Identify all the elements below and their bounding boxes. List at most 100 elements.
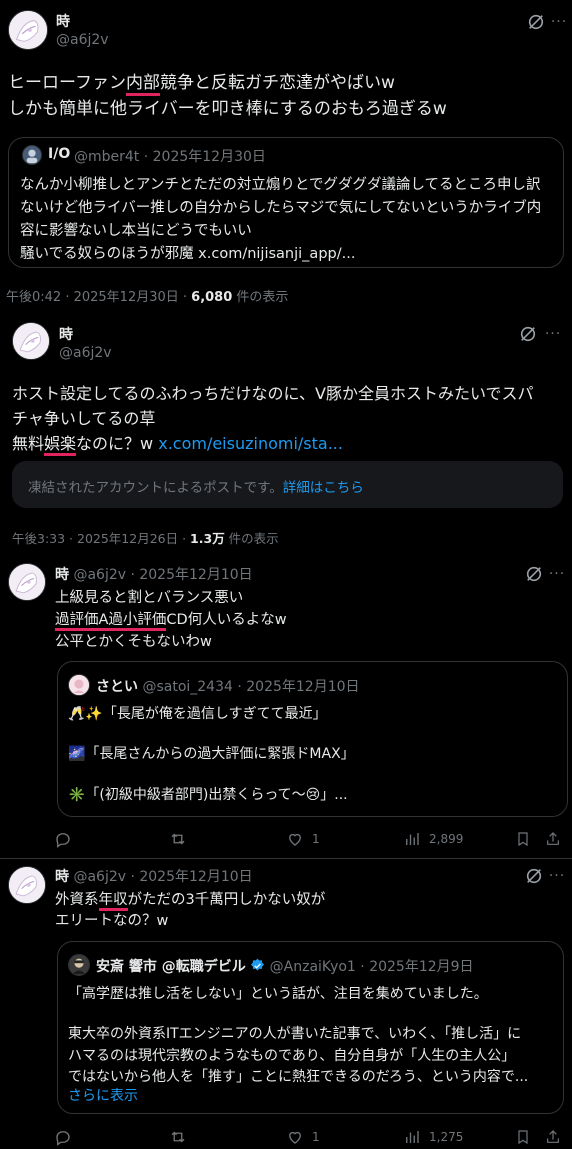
repost-icon [171, 1131, 185, 1143]
verified-badge-icon [251, 958, 265, 971]
like-button[interactable]: 1 [286, 1128, 320, 1146]
avatar[interactable] [12, 322, 50, 360]
post-author-name[interactable]: 時 [55, 869, 69, 885]
post-text-line: しかも簡単に他ライバーを叩き棒にするのおもろ過ぎるw [8, 99, 447, 119]
analytics-icon [406, 833, 419, 845]
post-text-line: ホスト設定してるのふわっちだけなのに、V豚か全員ホストみたいでスパ [12, 384, 534, 403]
post-link[interactable]: x.com/eisuzinomi/sta... [158, 434, 343, 453]
quote-text-line: ハマるのは現代宗教のようなものであり、自分自身が「人生の主人公」 [68, 1048, 516, 1064]
repost-button[interactable] [169, 1128, 195, 1146]
quote-text-line: 🥂✨「長尾が俺を過信しすぎてて最近」 [68, 706, 327, 722]
quote-avatar[interactable] [22, 145, 42, 165]
post-text-line: チャ争いしてるの草 [12, 409, 156, 428]
underlined-text: 内部 [125, 73, 160, 96]
more-options-icon[interactable]: ··· [544, 324, 562, 344]
quote-author-handle[interactable]: @satoi_2434 · 2025年12月10日 [142, 679, 359, 695]
post-author-handle[interactable]: @a6j2v · 2025年12月10日 [73, 869, 252, 885]
post-text-segment: 競争と反転ガチ恋達がやばいw [159, 73, 395, 93]
views-button[interactable]: 2,899 [403, 830, 463, 848]
quote-text-line: 騒いでる奴らのほうが邪魔 x.com/nijisanji_app/... [20, 246, 356, 262]
quote-author-name[interactable]: 安斎 響市 @転職デビル [96, 959, 246, 975]
more-options-icon[interactable]: ··· [548, 866, 566, 886]
grok-icon[interactable] [526, 12, 546, 32]
repost-icon [171, 833, 185, 845]
more-options-icon[interactable]: ··· [548, 564, 566, 584]
post-header: 時 @a6j2v · 2025年12月10日 [55, 866, 253, 886]
post-text-segment: 無料 [12, 434, 45, 453]
post-text-line: 過評価A過小評価CD何人いるよなw [55, 608, 287, 631]
quote-avatar[interactable] [68, 954, 90, 976]
post-meta: 午後0:42 · 2025年12月30日 · 6,080 件の表示 [6, 286, 288, 305]
post-author-handle[interactable]: @a6j2v [56, 32, 109, 48]
post-timestamp[interactable]: 午後0:42 · 2025年12月30日 · [6, 290, 191, 305]
quote-text-line: 東大卒の外資系ITエンジニアの人が書いた記事で、いわく、「推し活」に [68, 1026, 522, 1042]
post-text-segment: 外資系 [55, 892, 99, 908]
quote-text-line: なんか小柳推しとアンチとただの対立煽りとでグダグダ議論してるところ申し訳 [20, 177, 541, 193]
share-icon[interactable] [544, 830, 562, 848]
quote-author-name[interactable]: さとい [96, 679, 138, 695]
heart-icon [289, 833, 301, 846]
grok-icon[interactable] [518, 324, 538, 344]
frozen-notice-message: 凍結されたアカウントによるポストです。 [28, 480, 283, 496]
bookmark-icon[interactable] [514, 830, 532, 848]
quote-avatar[interactable] [68, 674, 90, 696]
quote-author-handle[interactable]: @AnzaiKyo1 · 2025年12月9日 [270, 959, 474, 975]
avatar-illustration-icon [9, 564, 45, 600]
view-count-label: 件の表示 [232, 290, 289, 305]
more-options-icon[interactable]: ··· [550, 12, 568, 32]
analytics-icon [406, 1131, 419, 1143]
view-count: 1,275 [429, 1130, 464, 1144]
post-text-line: 外資系年収がただの3千萬円しかない奴が [55, 888, 326, 911]
post-author-name[interactable]: 時 [56, 11, 70, 31]
grok-icon[interactable] [524, 866, 544, 886]
post-text-line: 公平とかくそもないわw [55, 634, 212, 650]
quote-text-line: 容に影響ないし本当にどうでもいい [20, 223, 252, 239]
post-author-handle[interactable]: @a6j2v · 2025年12月10日 [73, 567, 252, 583]
post-text-line: エリートなの？w [55, 913, 169, 929]
reply-button[interactable] [54, 830, 80, 848]
avatar-illustration-icon [13, 323, 49, 359]
view-count-label: 件の表示 [224, 531, 279, 546]
post-divider [0, 858, 572, 859]
quote-text-line: 🌌「長尾さんからの過大評価に緊張ドMAX」 [68, 746, 355, 762]
quote-text-line: 「高学歴は推し活をしない」という話が、注目を集めていました。 [68, 986, 488, 1002]
share-icon[interactable] [544, 1128, 562, 1146]
reply-button[interactable] [54, 1128, 80, 1146]
avatar-illustration-icon [9, 867, 45, 903]
quote-handle[interactable]: @mber4t [74, 149, 139, 165]
quote-date[interactable]: · 2025年12月30日 [144, 149, 266, 165]
post-author-handle[interactable]: @a6j2v [59, 345, 112, 361]
view-count: 6,080 [191, 290, 233, 305]
quote-text-line: ✳️「(初級中級者部門)出禁くらって〜😢」... [68, 787, 348, 803]
underlined-text: 過評価A過小評価 [55, 612, 167, 631]
post-author-name[interactable]: 時 [59, 324, 73, 344]
bookmark-icon[interactable] [514, 1128, 532, 1146]
quote-text-line: ないけど他ライバー推しの自分からしたらマジで気にしてないというかライブ内 [20, 200, 542, 216]
grok-icon[interactable] [524, 564, 544, 584]
like-button[interactable]: 1 [286, 830, 320, 848]
view-count: 1.3万 [190, 531, 225, 546]
post-header: 時 @a6j2v · 2025年12月10日 [55, 564, 253, 584]
post-text-segment: がただの3千萬円しかない奴が [127, 892, 326, 908]
like-count: 1 [312, 1130, 320, 1144]
post-text-line: 上級見ると割とバランス悪い [55, 590, 244, 606]
quote-header: 安斎 響市 @転職デビル @AnzaiKyo1 · 2025年12月9日 [96, 956, 474, 976]
frozen-notice-link[interactable]: 詳細はこちら [283, 480, 364, 496]
show-more-link[interactable]: さらに表示 [68, 1085, 138, 1105]
post-text-line: ヒーローファン内部競争と反転ガチ恋達がやばいw [8, 68, 395, 96]
post-meta: 午後3:33 · 2025年12月26日 · 1.3万 件の表示 [12, 528, 279, 547]
avatar[interactable] [8, 563, 46, 601]
post-timestamp[interactable]: 午後3:33 · 2025年12月26日 · [12, 531, 190, 546]
quote-author-handle: @mber4t · 2025年12月30日 [74, 146, 266, 166]
underlined-text: 娯楽 [44, 434, 77, 456]
quote-author-name[interactable]: I/O [48, 146, 70, 162]
avatar[interactable] [8, 866, 46, 904]
post-text-segment: CD何人いるよなw [166, 612, 287, 628]
avatar[interactable] [8, 10, 48, 50]
heart-icon [289, 1131, 301, 1144]
views-button[interactable]: 1,275 [403, 1128, 463, 1146]
quote-header: さとい @satoi_2434 · 2025年12月10日 [96, 676, 360, 696]
repost-button[interactable] [169, 830, 195, 848]
like-count: 1 [312, 832, 320, 846]
post-author-name[interactable]: 時 [55, 567, 69, 583]
